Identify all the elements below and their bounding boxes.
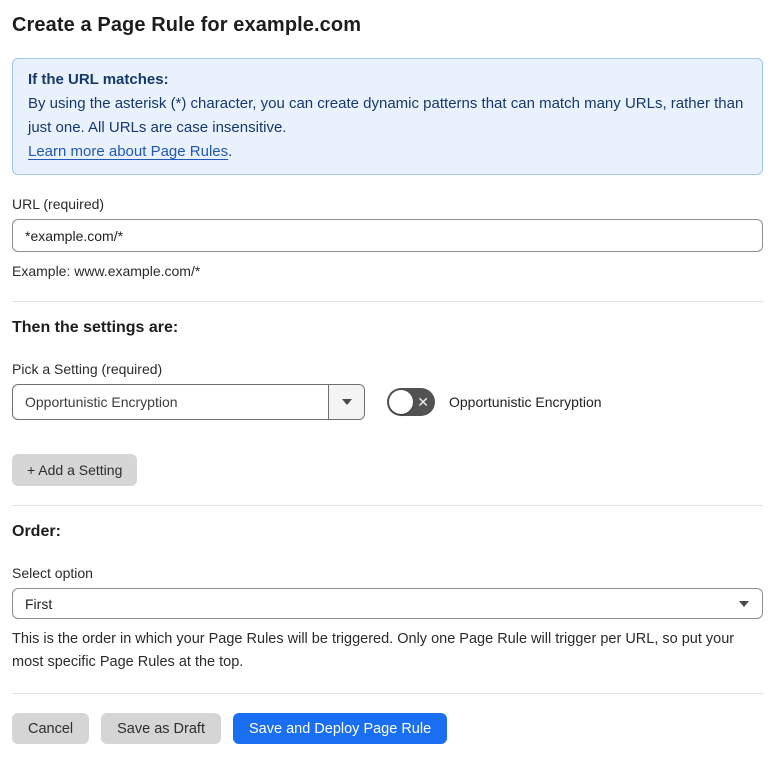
order-select[interactable]: First [12,588,763,619]
save-as-draft-button[interactable]: Save as Draft [101,713,221,744]
order-select-label: Select option [12,565,93,581]
divider [12,505,763,506]
cancel-button[interactable]: Cancel [12,713,90,744]
toggle-off-x-icon: ✕ [417,394,429,410]
toggle-knob [389,390,413,414]
order-helper-text: This is the order in which your Page Rul… [12,631,735,670]
opportunistic-encryption-toggle[interactable]: ✕ [387,388,435,416]
setting-dropdown-arrow-button[interactable] [328,385,364,419]
url-example-helper: Example: www.example.com/* [12,263,201,279]
setting-picker-label: Pick a Setting (required) [12,361,163,377]
chevron-down-icon [341,399,352,405]
order-section-heading: Order: [12,523,61,540]
settings-section-heading: Then the settings are: [12,319,179,336]
url-match-info-box: If the URL matches: By using the asteris… [12,58,763,175]
setting-row: Opportunistic Encryption ✕ Opportunistic… [12,384,763,420]
save-and-deploy-button[interactable]: Save and Deploy Page Rule [232,713,448,744]
info-box-heading: If the URL matches: [28,71,169,88]
order-select-value: First [25,595,53,612]
divider [12,301,763,302]
chevron-down-icon [739,600,749,607]
url-field-label: URL (required) [12,196,105,212]
toggle-label: Opportunistic Encryption [449,394,602,410]
setting-dropdown-value: Opportunistic Encryption [25,394,178,410]
url-input[interactable] [12,219,763,252]
footer-actions: Cancel Save as Draft Save and Deploy Pag… [12,713,763,744]
divider [12,693,763,694]
link-suffix: . [228,143,233,160]
info-box-link-line: Learn more about Page Rules. [28,140,747,164]
page-title: Create a Page Rule for example.com [12,14,362,36]
page-rule-form: Create a Page Rule for example.com If th… [0,0,775,758]
url-section: URL (required) Example: www.example.com/… [12,196,763,282]
setting-dropdown[interactable]: Opportunistic Encryption [12,384,365,420]
info-box-body: By using the asterisk (*) character, you… [28,95,744,136]
learn-more-link[interactable]: Learn more about Page Rules [28,143,228,160]
add-setting-button[interactable]: + Add a Setting [12,454,138,486]
